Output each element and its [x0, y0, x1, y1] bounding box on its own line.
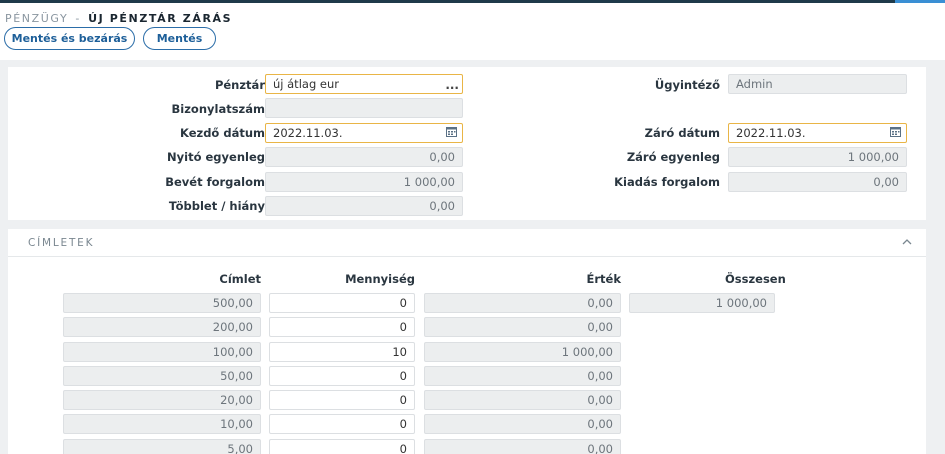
zaro-egyenleg-field: 1 000,00 [728, 147, 907, 167]
kezdo-datum-value: 2022.11.03. [273, 126, 343, 140]
osszesen-column-header: Összesen [725, 272, 786, 286]
kezdo-datum-field[interactable]: 2022.11.03. [265, 123, 463, 143]
kiadas-forgalom-label: Kiadás forgalom [614, 175, 720, 189]
section-divider [8, 256, 926, 257]
zaro-egyenleg-label: Záró egyenleg [626, 150, 720, 164]
bizonylatszam-label: Bizonylatszám [171, 102, 265, 116]
bevet-forgalom-field: 1 000,00 [265, 172, 463, 192]
mennyiseg-input[interactable]: 0 [269, 366, 415, 386]
kiadas-forgalom-field: 0,00 [728, 172, 907, 192]
mennyiseg-input[interactable]: 10 [269, 342, 415, 362]
kezdo-datum-label: Kezdő dátum [180, 126, 265, 140]
tobblet-hiany-field: 0,00 [265, 196, 463, 216]
calendar-icon[interactable] [446, 126, 457, 142]
ertek-cell: 0,00 [424, 366, 621, 386]
cimlet-cell: 50,00 [63, 366, 261, 386]
breadcrumb[interactable]: PÉNZÜGY [5, 12, 68, 25]
mennyiseg-input[interactable]: 0 [269, 390, 415, 410]
save-button[interactable]: Mentés [143, 27, 216, 50]
mennyiseg-column-header: Mennyiség [345, 272, 415, 286]
form-panel: Pénztár Bizonylatszám Kezdő dátum Nyitó … [8, 67, 926, 220]
zaro-datum-label: Záró dátum [644, 126, 720, 140]
penztar-value: új átlag eur [273, 77, 339, 91]
breadcrumb-separator: - [75, 12, 81, 25]
cimletek-panel: CÍMLETEK Címlet Mennyiség Érték Összesen… [8, 229, 926, 454]
cimlet-cell: 5,00 [63, 439, 261, 454]
ugyintezo-field: Admin [728, 74, 907, 94]
zaro-datum-value: 2022.11.03. [736, 126, 806, 140]
zaro-datum-field[interactable]: 2022.11.03. [728, 123, 907, 143]
chevron-up-icon[interactable] [902, 235, 912, 248]
page-header: PÉNZÜGY - ÚJ PÉNZTÁR ZÁRÁS [0, 3, 945, 60]
cimlet-column-header: Címlet [219, 272, 261, 286]
nyito-egyenleg-field: 0,00 [265, 147, 463, 167]
ertek-cell: 0,00 [424, 317, 621, 337]
tobblet-hiany-label: Többlet / hiány [168, 199, 265, 213]
ertek-cell: 0,00 [424, 390, 621, 410]
cimlet-cell: 100,00 [63, 342, 261, 362]
cimlet-cell: 200,00 [63, 317, 261, 337]
page-title: PÉNZÜGY - ÚJ PÉNZTÁR ZÁRÁS [5, 12, 232, 25]
cimlet-cell: 20,00 [63, 390, 261, 410]
ugyintezo-label: Ügyintéző [654, 78, 720, 92]
bizonylatszam-field [265, 98, 463, 118]
mennyiseg-input[interactable]: 0 [269, 439, 415, 454]
ertek-cell: 1 000,00 [424, 342, 621, 362]
ertek-cell: 0,00 [424, 414, 621, 434]
cimletek-section-title: CÍMLETEK [28, 237, 95, 249]
ertek-column-header: Érték [586, 272, 621, 286]
penztar-label: Pénztár [214, 78, 265, 92]
more-options-icon[interactable]: ... [445, 79, 459, 91]
ertek-cell: 0,00 [424, 293, 621, 313]
bevet-forgalom-label: Bevét forgalom [165, 175, 265, 189]
penztar-field[interactable]: új átlag eur ... [265, 74, 463, 94]
osszesen-field: 1 000,00 [629, 293, 775, 313]
ertek-cell: 0,00 [424, 439, 621, 454]
calendar-icon[interactable] [890, 126, 901, 142]
mennyiseg-input[interactable]: 0 [269, 293, 415, 313]
mennyiseg-input[interactable]: 0 [269, 414, 415, 434]
cimlet-cell: 10,00 [63, 414, 261, 434]
mennyiseg-input[interactable]: 0 [269, 317, 415, 337]
nyito-egyenleg-label: Nyitó egyenleg [167, 150, 265, 164]
cimlet-cell: 500,00 [63, 293, 261, 313]
page-title-text: ÚJ PÉNZTÁR ZÁRÁS [88, 12, 233, 25]
save-and-close-button[interactable]: Mentés és bezárás [4, 27, 135, 50]
